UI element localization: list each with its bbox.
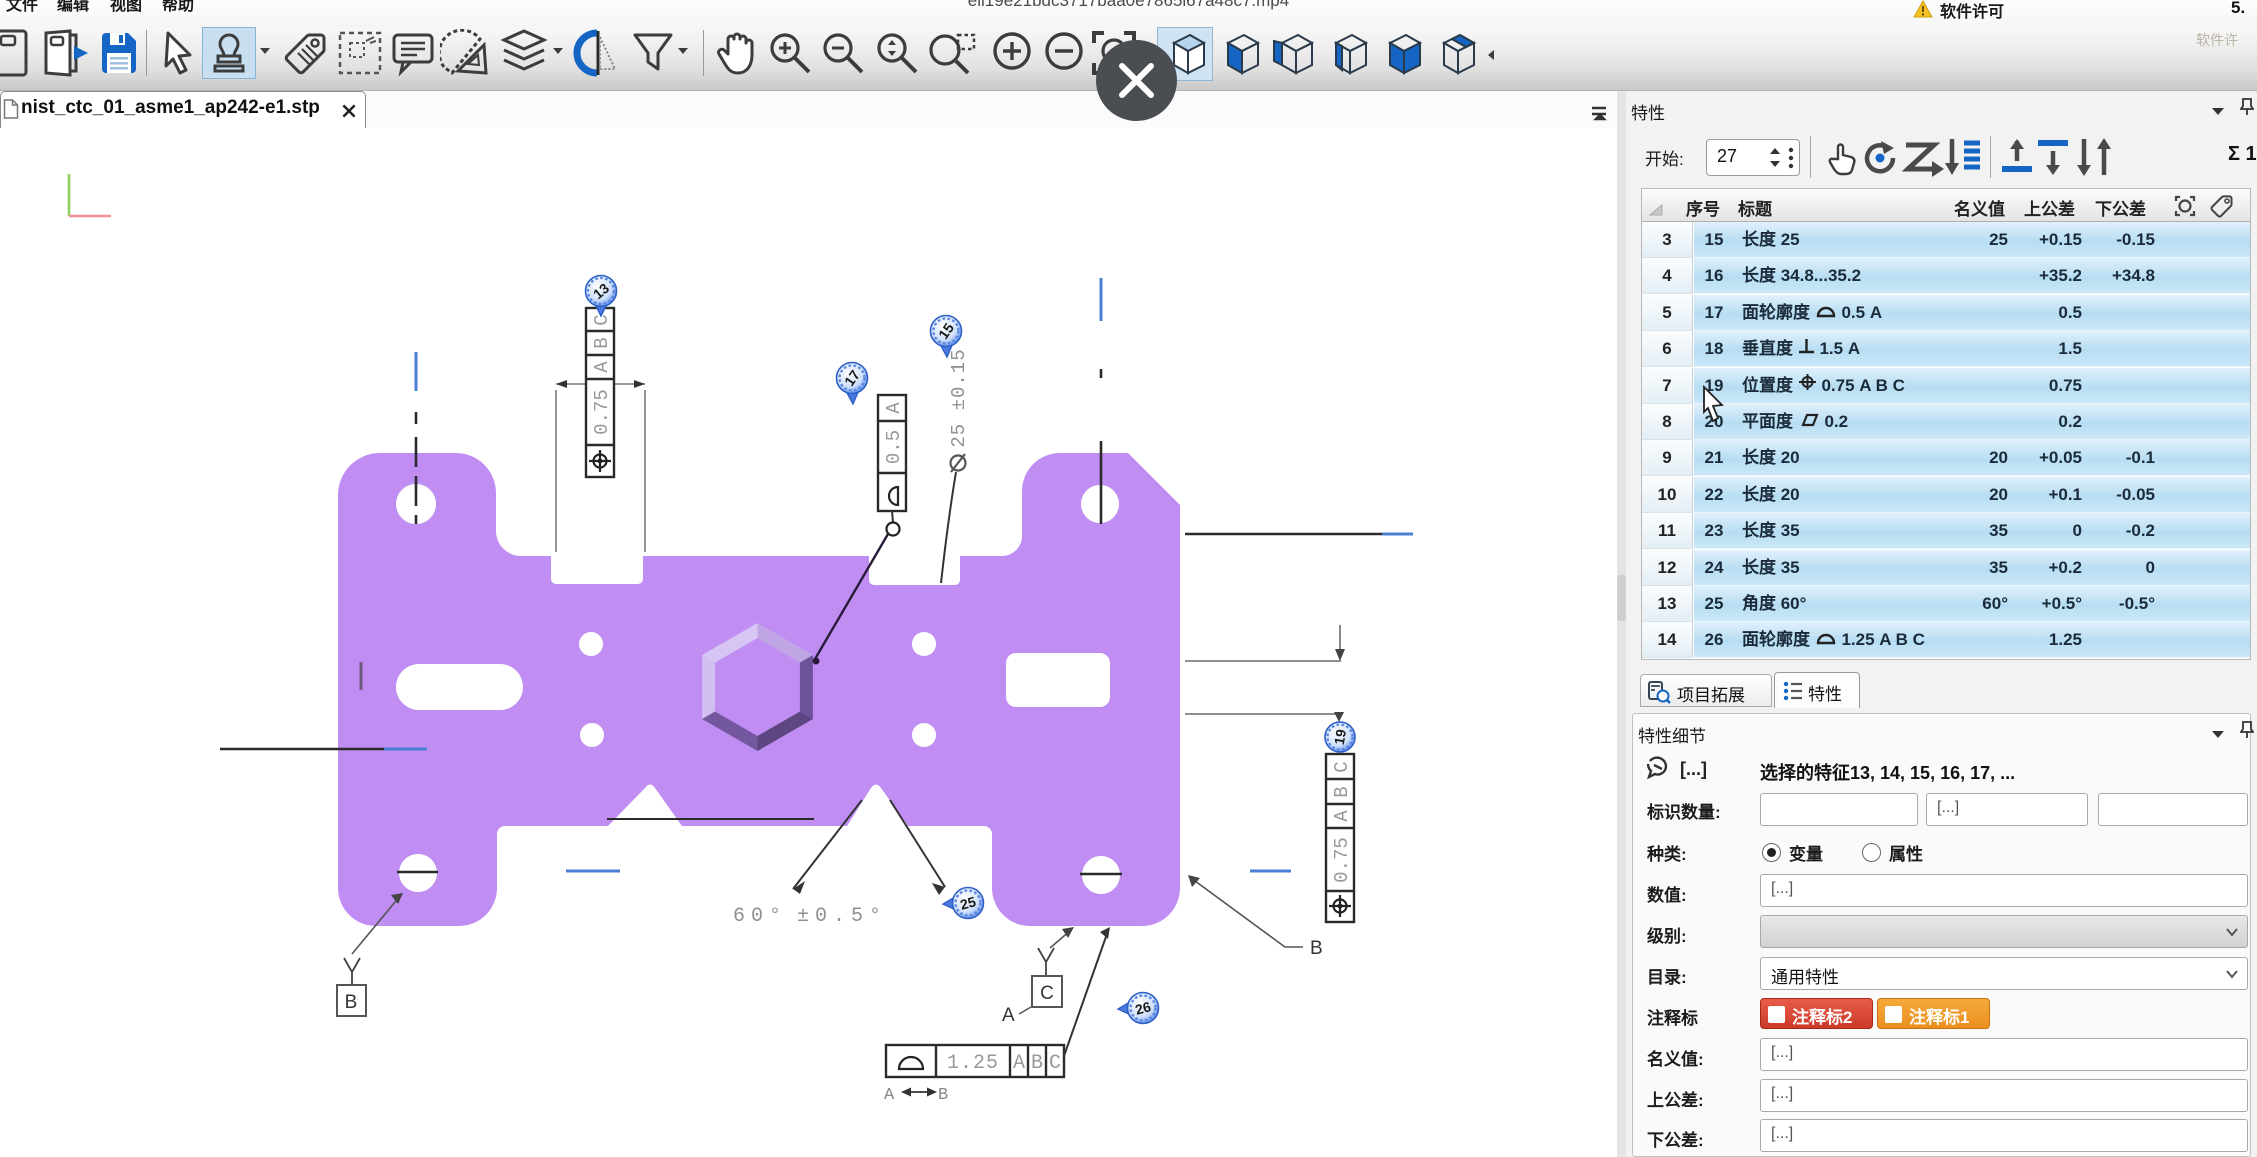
svg-text:A: A xyxy=(884,1086,895,1105)
svg-text:A: A xyxy=(591,361,613,373)
svg-text:25 ±0.15: 25 ±0.15 xyxy=(948,348,970,447)
svg-text:B: B xyxy=(345,992,358,1013)
svg-text:B: B xyxy=(1331,786,1353,797)
svg-text:0.75: 0.75 xyxy=(1331,837,1353,883)
svg-text:60° ±0.5°: 60° ±0.5° xyxy=(733,905,887,928)
svg-text:B: B xyxy=(1310,938,1323,959)
svg-text:C: C xyxy=(1040,983,1054,1004)
svg-text:B: B xyxy=(1031,1052,1043,1075)
svg-text:B: B xyxy=(591,337,613,348)
svg-text:A: A xyxy=(1331,810,1353,822)
svg-text:A: A xyxy=(883,402,905,414)
svg-text:C: C xyxy=(1331,761,1353,772)
svg-text:C: C xyxy=(1049,1052,1061,1075)
svg-text:0.5: 0.5 xyxy=(883,430,905,464)
svg-text:A: A xyxy=(1013,1052,1025,1075)
svg-text:B: B xyxy=(938,1086,948,1105)
svg-text:0.75: 0.75 xyxy=(591,389,613,435)
svg-text:A: A xyxy=(1002,1005,1015,1026)
svg-text:19: 19 xyxy=(1331,728,1349,746)
svg-text:C: C xyxy=(591,314,613,325)
svg-text:1.25: 1.25 xyxy=(947,1052,999,1075)
